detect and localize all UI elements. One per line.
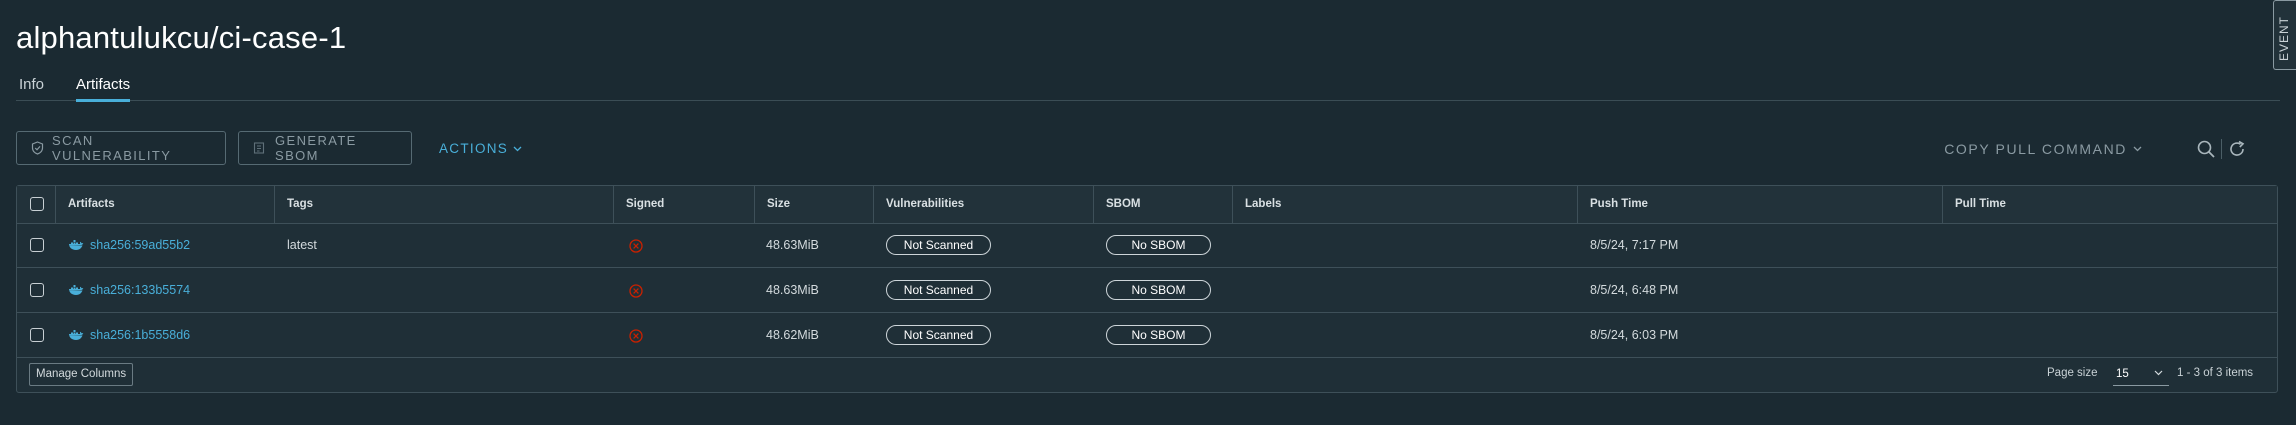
column-divider bbox=[754, 186, 755, 223]
column-divider bbox=[1232, 186, 1233, 223]
table-row: sha256:133b5574 48.63MiB Not Scanned No … bbox=[17, 268, 2277, 313]
refresh-icon[interactable] bbox=[2227, 139, 2247, 159]
table-footer: Manage Columns Page size 15 1 - 3 of 3 i… bbox=[17, 356, 2277, 393]
column-divider bbox=[1942, 186, 1943, 223]
column-header-sbom[interactable]: SBOM bbox=[1106, 186, 1141, 223]
vulnerability-status-badge: Not Scanned bbox=[886, 235, 991, 255]
copy-pull-command-label: COPY PULL COMMAND bbox=[1944, 141, 2127, 157]
artifact-digest: sha256:133b5574 bbox=[90, 283, 191, 297]
push-time-value: 8/5/24, 6:03 PM bbox=[1590, 328, 1679, 342]
column-divider bbox=[55, 186, 56, 223]
scan-vulnerability-button[interactable]: SCAN VULNERABILITY bbox=[16, 131, 226, 165]
vulnerability-status-badge: Not Scanned bbox=[886, 325, 991, 345]
push-time-value: 8/5/24, 7:17 PM bbox=[1590, 238, 1679, 252]
sbom-status-badge: No SBOM bbox=[1106, 235, 1211, 255]
column-divider bbox=[274, 186, 275, 223]
column-divider bbox=[1577, 186, 1578, 223]
page-size-label: Page size bbox=[2047, 367, 2098, 379]
shield-check-icon bbox=[31, 141, 44, 155]
size-value: 48.63MiB bbox=[766, 238, 819, 252]
chevron-down-icon bbox=[513, 146, 522, 151]
generate-sbom-label: GENERATE SBOM bbox=[275, 133, 357, 163]
x-circle-icon bbox=[629, 239, 643, 253]
column-divider bbox=[873, 186, 874, 223]
chevron-down-icon bbox=[2133, 146, 2142, 152]
page-title: alphantulukcu/ci-case-1 bbox=[16, 20, 347, 55]
search-icon[interactable] bbox=[2196, 139, 2216, 159]
manage-columns-button[interactable]: Manage Columns bbox=[29, 363, 134, 386]
toolbar-divider bbox=[2221, 139, 2222, 159]
column-divider bbox=[613, 186, 614, 223]
event-panel-toggle[interactable]: EVENT bbox=[2273, 0, 2296, 70]
column-header-pull-time[interactable]: Pull Time bbox=[1955, 186, 2006, 223]
column-header-labels[interactable]: Labels bbox=[1245, 186, 1281, 223]
row-checkbox[interactable] bbox=[30, 238, 44, 252]
column-header-artifacts[interactable]: Artifacts bbox=[68, 186, 115, 223]
tab-bar: Info Artifacts bbox=[16, 66, 2280, 102]
docker-whale-icon bbox=[69, 285, 84, 295]
column-header-signed[interactable]: Signed bbox=[626, 186, 664, 223]
push-time-value: 8/5/24, 6:48 PM bbox=[1590, 283, 1679, 297]
row-checkbox[interactable] bbox=[30, 328, 44, 342]
table-row: sha256:59ad55b2 latest 48.63MiB Not Scan… bbox=[17, 223, 2277, 268]
pagination-summary: 1 - 3 of 3 items bbox=[2177, 367, 2254, 379]
chevron-down-icon bbox=[2154, 370, 2163, 376]
docker-whale-icon bbox=[69, 240, 84, 250]
scan-vulnerability-label: SCAN VULNERABILITY bbox=[52, 133, 172, 163]
sbom-doc-icon bbox=[253, 142, 265, 154]
row-checkbox[interactable] bbox=[30, 283, 44, 297]
artifact-digest: sha256:59ad55b2 bbox=[90, 238, 191, 252]
size-value: 48.62MiB bbox=[766, 328, 819, 342]
select-all-checkbox[interactable] bbox=[30, 197, 44, 211]
sbom-status-badge: No SBOM bbox=[1106, 325, 1211, 345]
column-header-vulnerabilities[interactable]: Vulnerabilities bbox=[886, 186, 964, 223]
size-value: 48.63MiB bbox=[766, 283, 819, 297]
page-size-select[interactable]: 15 bbox=[2113, 365, 2169, 386]
generate-sbom-button[interactable]: GENERATE SBOM bbox=[238, 131, 412, 165]
column-header-push-time[interactable]: Push Time bbox=[1590, 186, 1648, 223]
page-size-value: 15 bbox=[2116, 368, 2129, 380]
event-panel-label: EVENT bbox=[2277, 15, 2291, 61]
column-divider bbox=[1093, 186, 1094, 223]
column-header-size[interactable]: Size bbox=[767, 186, 790, 223]
x-circle-icon bbox=[629, 329, 643, 343]
artifact-digest-link[interactable]: sha256:133b5574 bbox=[68, 268, 190, 312]
artifact-digest: sha256:1b5558d6 bbox=[90, 328, 191, 342]
column-header-tags[interactable]: Tags bbox=[287, 186, 313, 223]
artifact-digest-link[interactable]: sha256:1b5558d6 bbox=[68, 313, 190, 357]
vulnerability-status-badge: Not Scanned bbox=[886, 280, 991, 300]
table-header: Artifacts Tags Signed Size Vulnerabiliti… bbox=[17, 186, 2277, 224]
docker-whale-icon bbox=[69, 330, 84, 340]
table-row: sha256:1b5558d6 48.62MiB Not Scanned No … bbox=[17, 313, 2277, 358]
tab-info[interactable]: Info bbox=[19, 76, 44, 93]
actions-label: ACTIONS bbox=[439, 141, 509, 156]
artifacts-table: Artifacts Tags Signed Size Vulnerabiliti… bbox=[16, 185, 2278, 393]
artifact-digest-link[interactable]: sha256:59ad55b2 bbox=[68, 223, 190, 267]
actions-dropdown[interactable]: ACTIONS bbox=[439, 141, 522, 156]
tab-artifacts[interactable]: Artifacts bbox=[76, 76, 131, 102]
sbom-status-badge: No SBOM bbox=[1106, 280, 1211, 300]
x-circle-icon bbox=[629, 284, 643, 298]
copy-pull-command-dropdown[interactable]: COPY PULL COMMAND bbox=[1944, 141, 2142, 157]
tag-value: latest bbox=[287, 238, 317, 252]
